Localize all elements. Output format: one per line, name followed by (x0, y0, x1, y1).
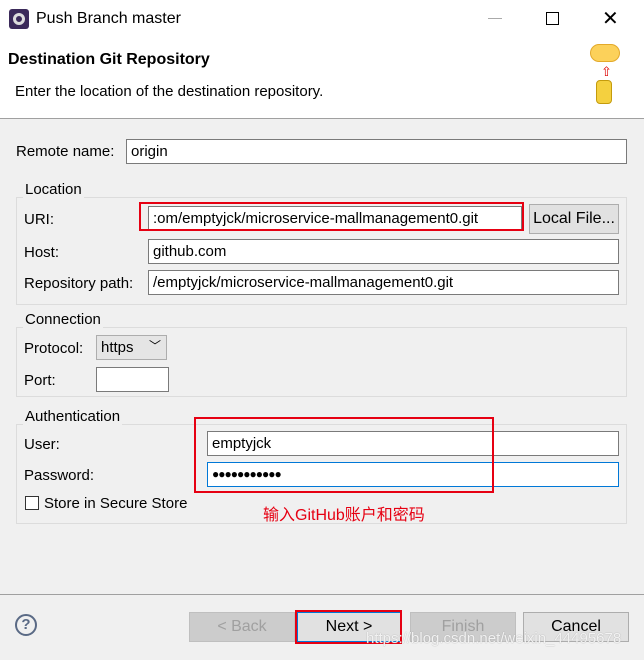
page-title: Destination Git Repository (8, 51, 210, 68)
port-input[interactable] (96, 367, 169, 392)
close-button[interactable]: ✕ (602, 6, 619, 31)
local-file-button[interactable]: Local File... (529, 204, 619, 234)
repository-path-label: Repository path: (24, 275, 134, 292)
protocol-label: Protocol: (24, 340, 84, 357)
window-title: Push Branch master (36, 10, 181, 27)
title-bar: Push Branch master ✕ (0, 0, 644, 38)
host-label: Host: (24, 244, 60, 261)
protocol-value: https (101, 339, 134, 356)
watermark: https://blog.csdn.net/weixin_44495678 (366, 630, 622, 647)
port-label: Port: (24, 372, 56, 389)
eclipse-icon (9, 9, 29, 29)
remote-name-label: Remote name: (16, 143, 115, 160)
page-description: Enter the location of the destination re… (15, 83, 324, 100)
uri-label: URI: (24, 211, 54, 228)
connection-group-label: Connection (23, 311, 103, 328)
host-input[interactable]: github.com (148, 239, 619, 264)
maximize-button[interactable] (546, 12, 559, 25)
password-label: Password: (24, 467, 95, 484)
chevron-down-icon: ﹀ (148, 339, 161, 353)
footer-separator (0, 594, 644, 595)
annotation-text: 输入GitHub账户和密码 (263, 507, 425, 524)
authentication-group-label: Authentication (23, 408, 123, 425)
secure-store-checkbox[interactable] (25, 496, 39, 510)
secure-store-label[interactable]: Store in Secure Store (44, 495, 187, 512)
wizard-header: Destination Git Repository Enter the loc… (0, 38, 644, 119)
minimize-button[interactable] (488, 18, 502, 19)
remote-name-input[interactable]: origin (126, 139, 627, 164)
user-label: User: (24, 436, 60, 453)
back-button[interactable]: < Back (189, 612, 295, 642)
uri-highlight (139, 202, 524, 231)
help-icon[interactable]: ? (15, 614, 37, 636)
repository-path-input[interactable]: /emptyjck/microservice-mallmanagement0.g… (148, 270, 619, 295)
protocol-select[interactable]: https ﹀ (96, 335, 167, 360)
location-group-label: Location (23, 181, 84, 198)
push-cloud-icon: ⇧ (588, 40, 622, 110)
credentials-highlight (194, 417, 494, 493)
